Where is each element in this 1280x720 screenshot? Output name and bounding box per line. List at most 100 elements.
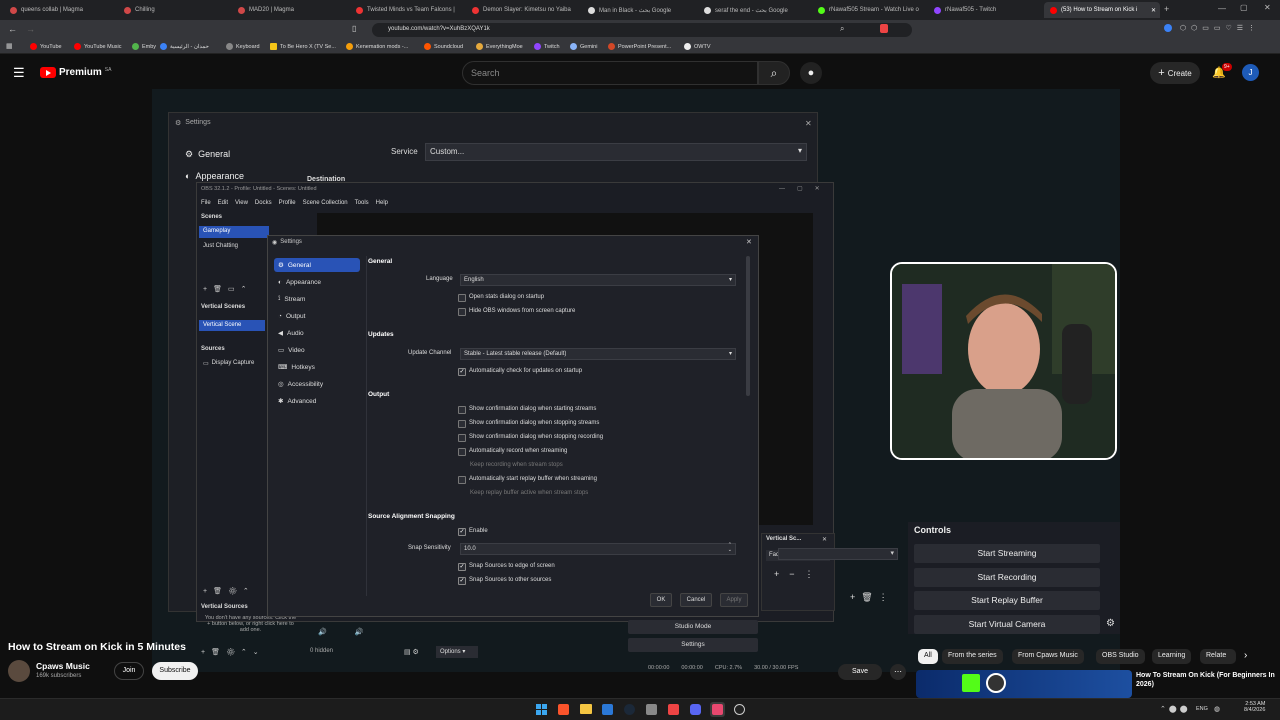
spinner-icon[interactable]: ⌃ ⌄ [728,543,732,553]
close-window-icon[interactable]: ✕ [1264,3,1271,12]
zoom-icon[interactable]: ⌕ [840,24,844,34]
virtual-camera-settings-icon[interactable]: ⚙ [1106,618,1115,629]
checkbox-snap-other[interactable]: ✓ [458,577,466,585]
browser-tab[interactable]: rNawaf505 - Twitch [928,2,1040,18]
brave-browser-icon[interactable] [558,704,569,715]
checkbox-auto-update[interactable]: ✓ [458,368,466,376]
update-channel-select[interactable]: Stable - Latest stable release (Default)… [460,348,736,360]
browser-tab[interactable]: Demon Slayer: Kimetsu no Yaiba [466,2,578,18]
chip-related[interactable]: Relate [1200,649,1236,664]
clock[interactable]: 2:53 AM 8/4/2026 [1244,701,1265,713]
url-input[interactable]: youtube.com/watch?v=XuhBzXQAY1k [372,23,912,37]
scene-item-gameplay[interactable]: Gameplay [199,226,269,238]
browser-tab[interactable]: Man in Black - بحث Google [582,2,694,18]
browser-tab[interactable]: Twisted Minds vs Team Falcons | [350,2,462,18]
sidebar-item-advanced[interactable]: ✱ Advanced [274,394,360,408]
chip-from-channel[interactable]: From Cpaws Music [1012,649,1084,664]
ok-button[interactable]: OK [650,593,672,607]
voice-search-icon[interactable]: ● [800,62,822,84]
start-replay-buffer-button[interactable]: Start Replay Buffer [914,591,1100,610]
sidebar-item-hotkeys[interactable]: ⌨ Hotkeys [274,360,360,374]
obs-window-controls[interactable]: —▢✕ [779,185,832,192]
bookmark-item[interactable]: Gemini [570,43,597,50]
bookmark-item[interactable]: Kenemation mods -... [346,43,408,50]
save-button[interactable]: Save [838,664,882,680]
sidebar-item-stream[interactable]: ⟟ Stream [274,292,360,306]
chevron-right-icon[interactable]: › [1244,650,1247,661]
maximize-icon[interactable]: ▢ [1240,3,1248,12]
bookmark-item[interactable]: Twitch [534,43,560,50]
back-icon[interactable]: ← [8,24,17,34]
checkbox-auto-record[interactable] [458,448,466,456]
source-item-display-capture[interactable]: ▭ Display Capture [203,360,254,367]
transition-toolbar[interactable]: +−⋮ [774,569,824,580]
create-button[interactable]: + Create [1150,62,1200,84]
youtube-logo[interactable]: Premium SA [40,67,111,78]
tray-icons[interactable]: ⌃⬤⬤ [1160,705,1191,713]
close-icon[interactable]: ✕ [805,119,812,128]
chip-learning[interactable]: Learning [1152,649,1192,664]
menu-view[interactable]: View [235,200,248,206]
menu-edit[interactable]: Edit [218,200,228,206]
start-virtual-camera-button[interactable]: Start Virtual Camera [914,615,1100,634]
vertical-scene-item[interactable]: Vertical Scene [199,320,265,331]
browser-tab[interactable]: seraf the end - بحث Google [698,2,810,18]
back-sidebar-general[interactable]: ⚙ General [185,149,230,160]
sidebar-item-output[interactable]: ◔ Output [274,309,360,323]
bookmark-item[interactable]: حمدان - الرئيسية [160,43,209,50]
vertical-sources-toolbar[interactable]: +🗑⚙⌃⌄ [201,648,265,656]
app-icon[interactable] [668,704,679,715]
sources-toolbar[interactable]: +🗑⚙⌃ [203,587,255,595]
browser-tab[interactable]: queens collab | Magma [4,2,114,18]
checkbox-auto-replay[interactable] [458,476,466,484]
obs-taskbar-icon[interactable] [734,704,745,715]
start-streaming-button[interactable]: Start Streaming [914,544,1100,563]
bookmark-item[interactable]: PowerPoint Present... [608,43,671,50]
apply-button[interactable]: Apply [720,593,748,607]
browser-tab-active[interactable]: (53) How to Stream on Kick i ✕ [1044,2,1160,18]
bookmark-item[interactable]: OWTV [684,43,711,50]
snap-sensitivity-input[interactable]: 10.0 ⌃ ⌄ [460,543,736,555]
brave-shield-icon[interactable] [880,24,888,33]
scrollbar[interactable] [746,256,750,396]
windows-start-icon[interactable] [536,704,547,715]
scene-transition-dropdown[interactable]: ▾ [778,548,898,560]
checkbox-open-stats[interactable] [458,294,466,302]
options-button[interactable]: Options ▾ [436,646,478,658]
sidebar-item-general[interactable]: ⚙ General [274,258,360,272]
back-sidebar-appearance[interactable]: ◐ Appearance [185,171,244,181]
sidebar-item-accessibility[interactable]: ◎ Accessibility [274,377,360,391]
scene-toolbar[interactable]: +🗑▭⌃ [203,285,252,293]
menu-help[interactable]: Help [376,200,388,206]
app-icon[interactable] [646,704,657,715]
studio-mode-button[interactable]: Studio Mode [628,620,758,634]
language-select[interactable]: English ▾ [460,274,736,286]
recommendation-title[interactable]: How To Stream On Kick (For Beginners In … [1136,671,1276,689]
menu-file[interactable]: File [201,200,211,206]
more-actions-icon[interactable]: ⋯ [890,664,906,680]
menu-docks[interactable]: Docks [255,200,272,206]
steam-icon[interactable] [624,704,635,715]
bookmark-item[interactable]: Keyboard [226,43,260,50]
join-button[interactable]: Join [114,662,144,680]
checkbox-confirm-stop-stream[interactable] [458,420,466,428]
sidebar-item-audio[interactable]: ◀ Audio [274,326,360,340]
extension-icon[interactable] [1164,24,1172,32]
music-app-icon[interactable] [712,704,723,715]
file-explorer-icon[interactable] [580,704,592,714]
bookmark-item[interactable]: YouTube Music [74,43,122,50]
subscribe-button[interactable]: Subscribe [152,662,198,680]
bookmark-item[interactable]: Emby [132,43,156,50]
discord-icon[interactable] [690,704,701,715]
toolbar-extension-icons[interactable]: ⬡⬡▭▭♡☰⋮ [1180,24,1276,34]
cancel-button[interactable]: Cancel [680,593,712,607]
avatar[interactable]: J [1242,64,1259,81]
checkbox-snap-enable[interactable]: ✓ [458,528,466,536]
chip-from-series[interactable]: From the series [942,649,1003,664]
minimize-icon[interactable]: — [1218,4,1226,13]
bookmark-item[interactable]: Soundcloud [424,43,463,50]
audio-mute-icons[interactable]: 🔊🔊 [318,628,391,636]
menu-scene-collection[interactable]: Scene Collection [303,200,348,206]
mixer-icons[interactable]: ▤ ⚙ [404,648,419,656]
checkbox-hide-obs[interactable] [458,308,466,316]
